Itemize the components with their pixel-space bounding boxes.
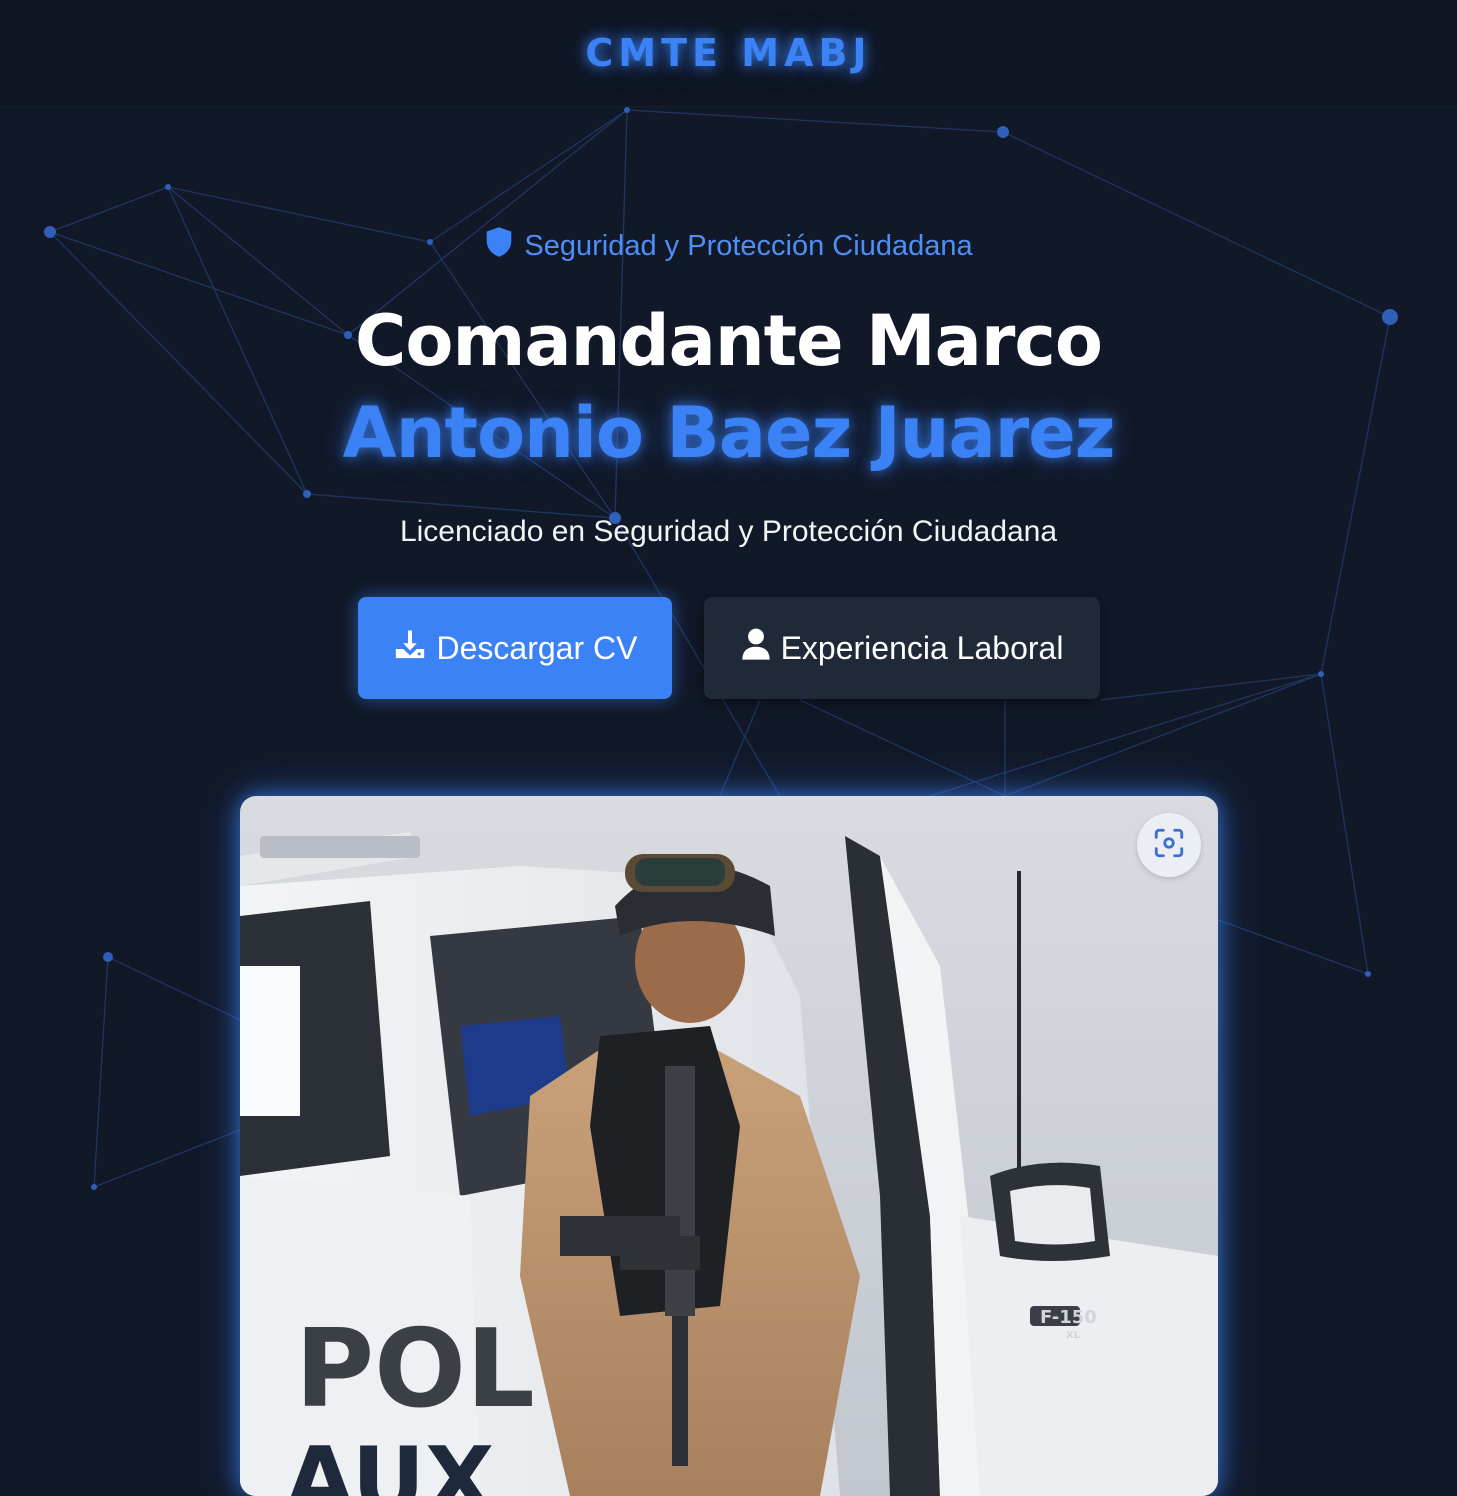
lens-search-button[interactable] (1137, 813, 1201, 877)
profile-photo: POLAUX F-150 XL (240, 796, 1218, 1496)
user-icon (741, 627, 771, 669)
download-icon (393, 627, 427, 669)
lens-search-icon (1152, 826, 1186, 865)
profile-photo-card: POL AUX F-150 XL (240, 796, 1218, 1496)
download-cv-button[interactable]: Descargar CV (358, 597, 672, 699)
hero-subtitle: Licenciado en Seguridad y Protección Ciu… (399, 515, 1058, 548)
brand-logo-text[interactable]: CMTE MABJ (585, 31, 871, 75)
hero-title-line2: Antonio Baez Juarez (342, 392, 1116, 474)
download-cv-label: Descargar CV (436, 629, 638, 666)
top-navbar: CMTE MABJ (0, 0, 1457, 107)
hero-tagline-text: Seguridad y Protección Ciudadana (524, 229, 973, 262)
vehicle-badge: F-150 (1040, 1307, 1097, 1328)
vehicle-text-pol: POL (295, 1307, 535, 1432)
experience-label: Experiencia Laboral (780, 629, 1064, 666)
vehicle-text-aux: AUX (285, 1428, 494, 1496)
hero-tagline: Seguridad y Protección Ciudadana (0, 226, 1457, 266)
experience-button[interactable]: Experiencia Laboral (704, 597, 1100, 699)
vehicle-badge-sub: XL (1066, 1330, 1081, 1341)
shield-icon (484, 226, 514, 266)
hero-title-line1: Comandante Marco (355, 300, 1103, 382)
